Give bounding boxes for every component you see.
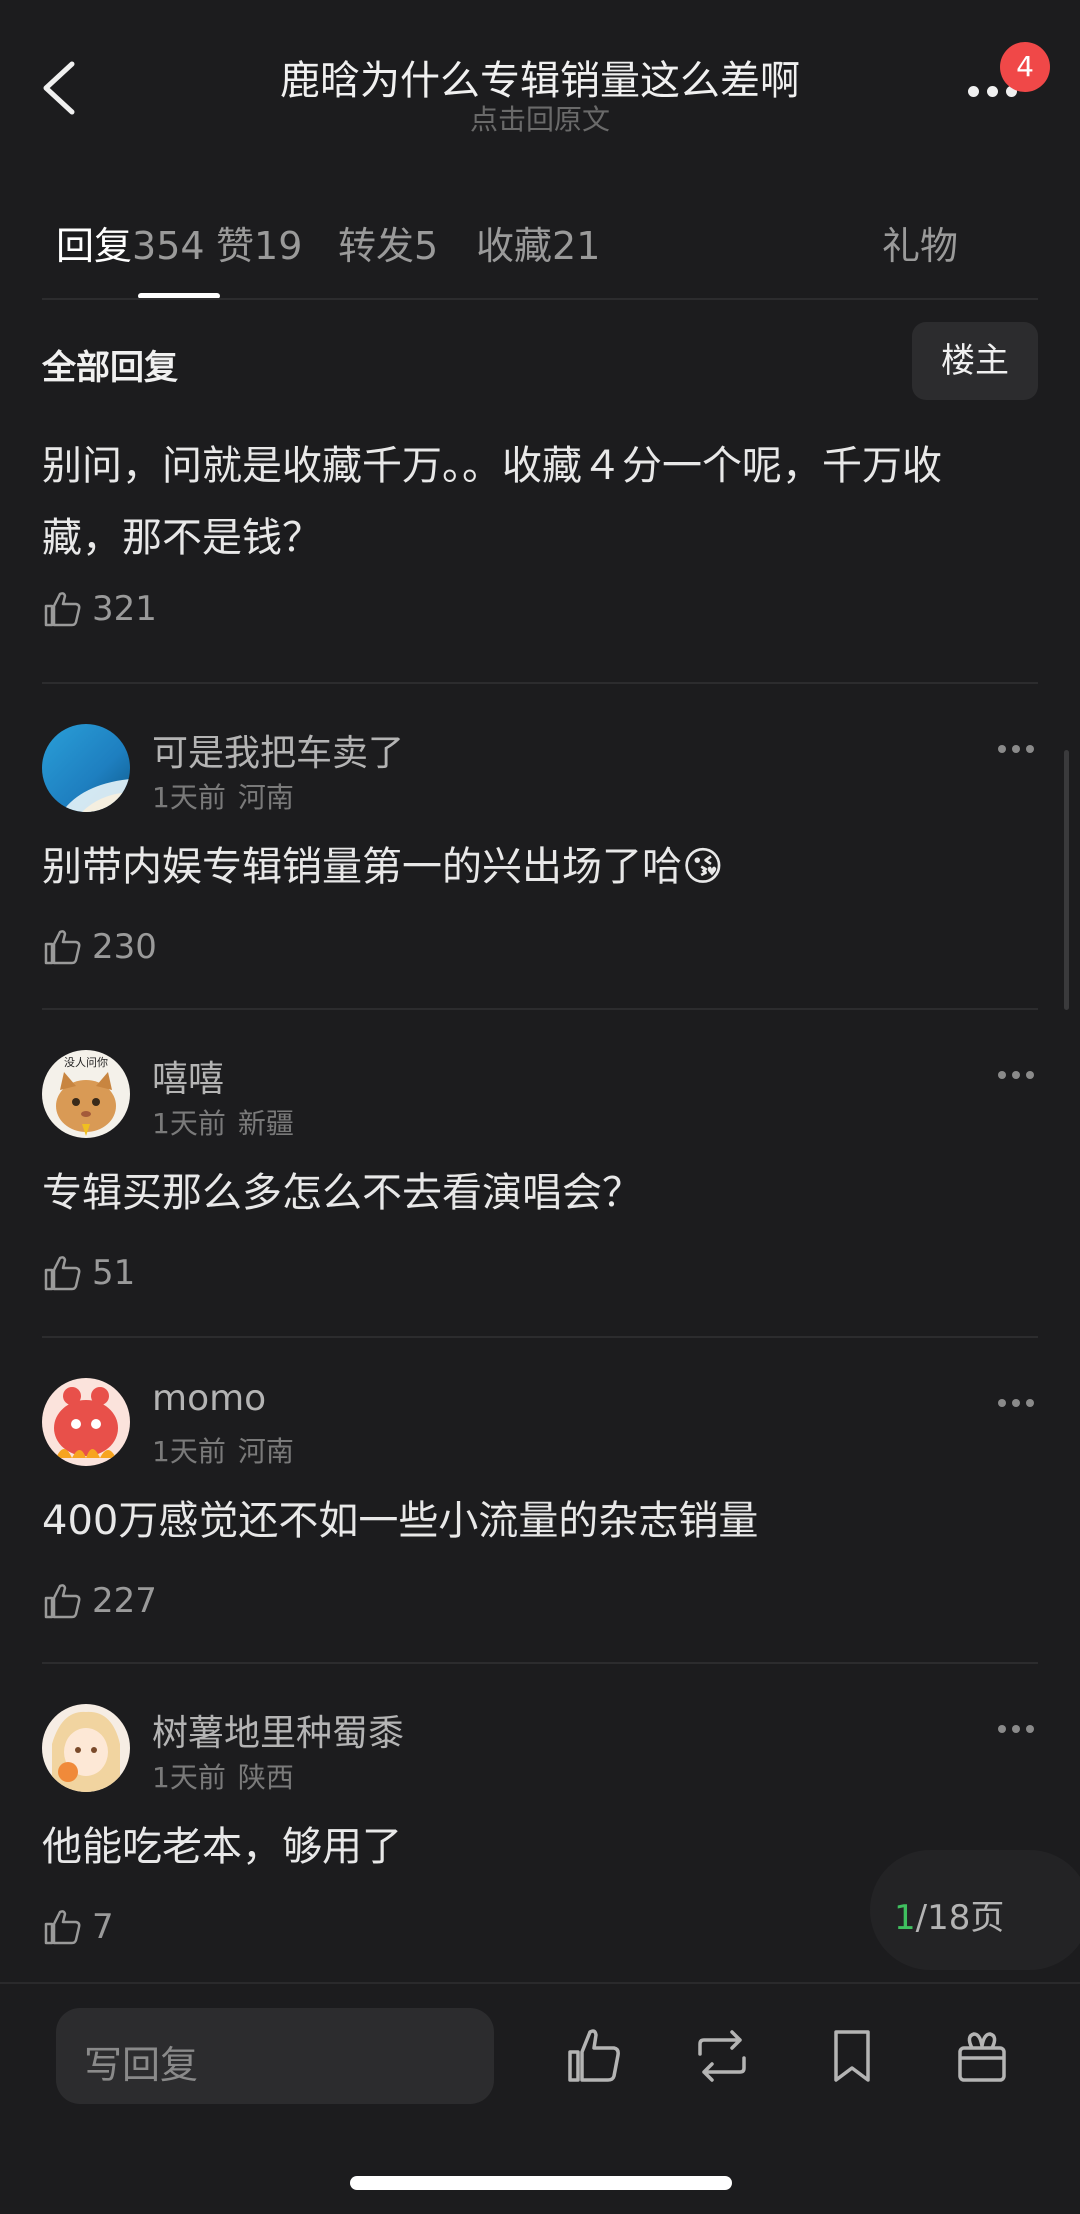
top-navigation: 鹿晗为什么专辑销量这么差啊 点击回原文 4 <box>0 0 1080 170</box>
total-pages: /18页 <box>915 1898 1005 1938</box>
tab-label: 转发 <box>338 224 415 268</box>
reply-input[interactable]: 写回复 <box>56 2008 494 2104</box>
comment-text: 专辑买那么多怎么不去看演唱会？ <box>42 1170 642 1216</box>
like-count: 230 <box>92 927 157 967</box>
thumbs-up-icon <box>44 1256 81 1291</box>
divider <box>42 682 1038 684</box>
avatar-image <box>42 1704 130 1792</box>
comment-more-icon[interactable] <box>992 738 1034 757</box>
divider <box>42 1336 1038 1338</box>
comment-text-line: 别问，问就是收藏千万。。收藏４分一个呢，千万收 <box>42 443 942 489</box>
comment-location: 河南 <box>237 781 294 814</box>
tab-bar: 回复354 赞19 转发5 收藏21 礼物 <box>42 205 1042 300</box>
comment-location: 河南 <box>237 1435 294 1468</box>
repost-icon[interactable] <box>690 2024 754 2088</box>
comment-meta: 1天前 陕西 <box>152 1756 294 1796</box>
section-title: 全部回复 <box>42 348 178 388</box>
view-original-link[interactable]: 点击回原文 <box>0 98 1080 138</box>
gift-icon[interactable] <box>950 2024 1014 2088</box>
thumbs-up-icon <box>44 1584 81 1619</box>
avatar[interactable]: 没人问你 <box>42 1050 130 1138</box>
comment-time: 1天前 <box>152 1435 226 1468</box>
like-button[interactable]: 321 <box>42 584 1038 634</box>
comment-item: 可是我把车卖了 1天前 河南 别带内娱专辑销量第一的兴出场了哈😘 230 <box>42 724 1038 967</box>
tab-label: 礼物 <box>882 224 959 268</box>
like-count: 321 <box>92 589 157 629</box>
comment-text: 400万感觉还不如一些小流量的杂志销量 <box>42 1498 759 1544</box>
avatar[interactable] <box>42 1704 130 1792</box>
owner-filter-button[interactable]: 楼主 <box>912 322 1038 400</box>
tab-label: 赞 <box>216 224 255 268</box>
username[interactable]: momo <box>152 1378 266 1419</box>
comment-item: 别问，问就是收藏千万。。收藏４分一个呢，千万收 藏，那不是钱？ 321 <box>42 430 1038 634</box>
comment-meta: 1天前 新疆 <box>152 1102 294 1142</box>
comment-time: 1天前 <box>152 781 226 814</box>
like-count: 7 <box>92 1907 114 1947</box>
replies-header: 全部回复 楼主 <box>42 322 1038 402</box>
comment-text: 他能吃老本，够用了 <box>42 1824 402 1870</box>
comment-more-icon[interactable] <box>992 1064 1034 1083</box>
like-button[interactable]: 230 <box>42 922 157 972</box>
divider <box>42 1008 1038 1010</box>
avatar-image <box>42 1378 130 1466</box>
avatar[interactable] <box>42 724 130 812</box>
thumbs-up-icon <box>44 930 81 965</box>
like-count: 227 <box>92 1581 157 1621</box>
comment-meta: 1天前 河南 <box>152 776 294 816</box>
scrollbar[interactable] <box>1064 750 1069 1010</box>
thumbs-up-icon <box>44 1910 81 1945</box>
tab-count: 19 <box>254 224 303 268</box>
like-button[interactable]: 227 <box>42 1576 157 1626</box>
comment-location: 新疆 <box>237 1107 294 1140</box>
username[interactable]: 嘻嘻 <box>152 1050 224 1102</box>
tab-favorites[interactable]: 收藏21 <box>476 215 600 270</box>
comment-text-line: 藏，那不是钱？ <box>42 515 322 561</box>
avatar-sticker-text: 没人问你 <box>64 1056 108 1069</box>
username[interactable]: 树薯地里种蜀黍 <box>152 1704 404 1756</box>
comment-location: 陕西 <box>237 1761 294 1794</box>
divider <box>42 298 1038 300</box>
comment-text: 别带内娱专辑销量第一的兴出场了哈😘 <box>42 844 724 890</box>
username[interactable]: 可是我把车卖了 <box>152 724 404 776</box>
like-button[interactable]: 7 <box>42 1902 114 1952</box>
avatar-image <box>42 724 130 812</box>
comment-more-icon[interactable] <box>992 1392 1034 1411</box>
comment-time: 1天前 <box>152 1761 226 1794</box>
thumbs-up-icon <box>44 592 81 627</box>
tab-label: 回复 <box>56 224 133 268</box>
notification-badge: 4 <box>1000 42 1050 92</box>
comment-more-icon[interactable] <box>992 1718 1034 1737</box>
reply-placeholder: 写回复 <box>84 2043 199 2087</box>
tab-count: 354 <box>132 224 205 268</box>
divider <box>42 1662 1038 1664</box>
tab-label: 收藏 <box>476 224 553 268</box>
tab-count: 5 <box>414 224 439 268</box>
home-indicator[interactable] <box>350 2176 732 2190</box>
tab-reposts[interactable]: 转发5 <box>338 215 438 270</box>
avatar-image: 没人问你 <box>42 1050 130 1138</box>
page-indicator-text: 1/18页 <box>894 1890 1004 1939</box>
comment-meta: 1天前 河南 <box>152 1430 294 1470</box>
tab-gifts[interactable]: 礼物 <box>882 215 958 270</box>
current-page: 1 <box>894 1898 916 1938</box>
like-count: 51 <box>92 1253 136 1293</box>
comment-item: 没人问你 嘻嘻 1天前 新疆 专辑买那么多怎么不去看演唱会？ 51 <box>42 1050 1038 1293</box>
comment-item: momo 1天前 河南 400万感觉还不如一些小流量的杂志销量 227 <box>42 1378 1038 1621</box>
tab-replies[interactable]: 回复354 <box>56 215 205 270</box>
thumbs-up-icon[interactable] <box>562 2024 626 2088</box>
comment-time: 1天前 <box>152 1107 226 1140</box>
like-button[interactable]: 51 <box>42 1248 135 1298</box>
bookmark-icon[interactable] <box>820 2024 884 2088</box>
tab-likes[interactable]: 赞19 <box>216 215 302 270</box>
page-indicator[interactable]: 1/18页 <box>870 1850 1080 1970</box>
avatar[interactable] <box>42 1378 130 1466</box>
tab-count: 21 <box>552 224 601 268</box>
